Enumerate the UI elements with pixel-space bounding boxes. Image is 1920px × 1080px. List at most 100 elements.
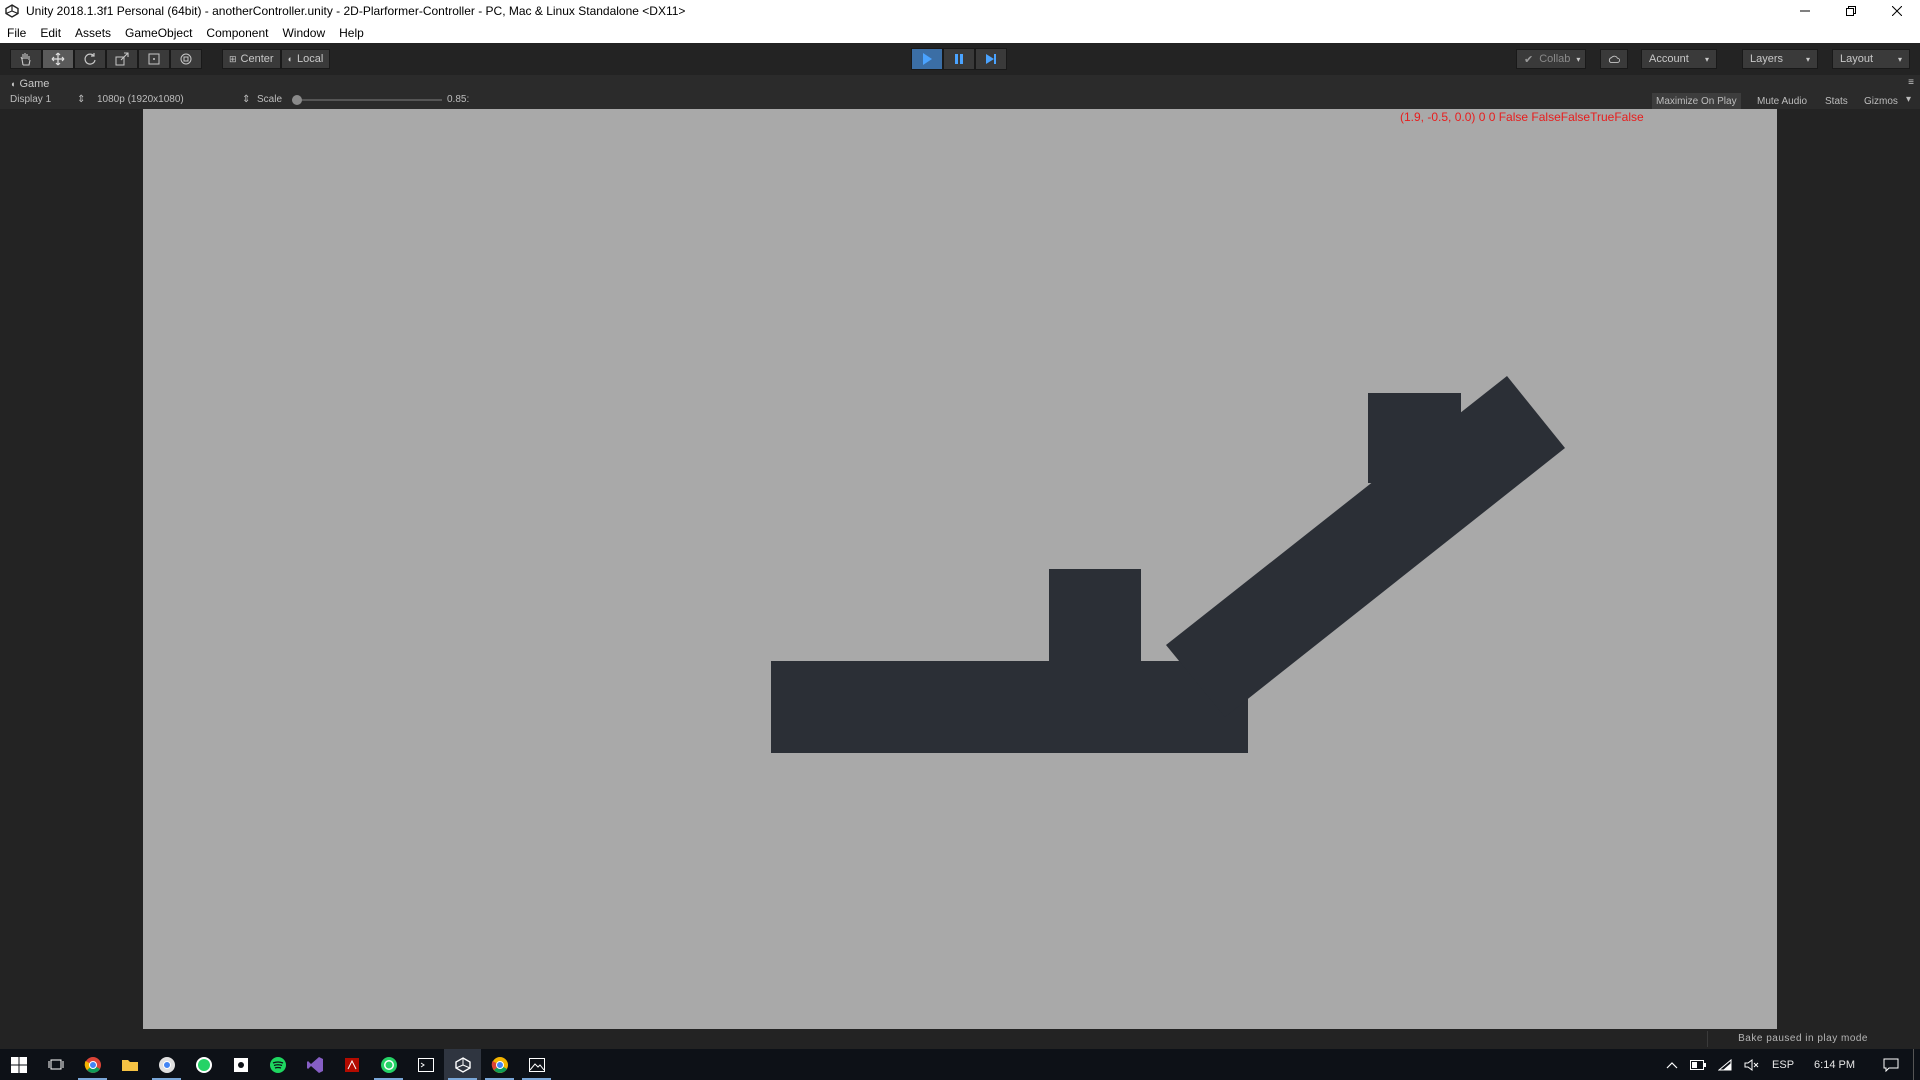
start-button[interactable] — [0, 1049, 37, 1080]
wifi-icon[interactable] — [1712, 1049, 1738, 1080]
taskbar-spotify[interactable] — [259, 1049, 296, 1080]
status-divider — [1707, 1031, 1708, 1047]
app-icon — [233, 1057, 248, 1072]
scale-tool-button[interactable] — [106, 49, 138, 69]
taskbar-acrobat[interactable] — [333, 1049, 370, 1080]
rect-tool-button[interactable] — [138, 49, 170, 69]
rotate-tool-button[interactable] — [74, 49, 106, 69]
menu-assets[interactable]: Assets — [68, 26, 118, 40]
layout-button[interactable]: Layout ▾ — [1832, 49, 1910, 69]
game-view-toolbar: Display 1 ⇕ 1080p (1920x1080) ⇕ Scale 0.… — [0, 93, 1920, 109]
taskbar-file-explorer[interactable] — [111, 1049, 148, 1080]
chevron-down-icon: ▾ — [1906, 94, 1912, 105]
pivot-tools: ⊞ Center ◐ Local — [222, 49, 331, 69]
acrobat-icon — [344, 1057, 359, 1072]
scale-slider-thumb[interactable] — [292, 95, 302, 105]
chevron-updown-icon: ⇕ — [77, 94, 86, 105]
system-tray: ESP 6:14 PM — [1660, 1049, 1920, 1080]
cloud-button[interactable] — [1600, 49, 1628, 69]
taskbar-whatsapp[interactable] — [185, 1049, 222, 1080]
taskbar-chrome-canary[interactable] — [481, 1049, 518, 1080]
minimize-button[interactable] — [1782, 0, 1828, 22]
pause-button[interactable] — [943, 48, 975, 70]
mute-audio-toggle[interactable]: Mute Audio — [1753, 93, 1811, 109]
chrome-icon — [84, 1056, 101, 1073]
pause-icon — [955, 54, 963, 64]
maximize-on-play-toggle[interactable]: Maximize On Play — [1652, 93, 1741, 109]
game-area: (1.9, -0.5, 0.0) 0 0 False FalseFalseTru… — [0, 109, 1920, 1029]
account-label: Account — [1649, 53, 1689, 65]
move-tool-button[interactable] — [42, 49, 74, 69]
whatsapp-icon — [195, 1056, 212, 1073]
taskbar-chrome[interactable] — [74, 1049, 111, 1080]
scale-value: 0.85: — [447, 94, 470, 105]
taskbar-app[interactable] — [222, 1049, 259, 1080]
scale-slider[interactable] — [292, 95, 442, 105]
taskbar-visual-studio[interactable] — [296, 1049, 333, 1080]
stats-toggle[interactable]: Stats — [1821, 93, 1852, 109]
move-icon — [51, 52, 65, 66]
play-button[interactable] — [911, 48, 943, 70]
restore-icon — [1846, 6, 1856, 16]
chevron-updown-icon: ⇕ — [242, 94, 251, 105]
gizmos-toggle[interactable]: Gizmos — [1860, 93, 1902, 109]
game-controller-icon: ◖ — [10, 79, 16, 89]
collab-button[interactable]: ✔ Collab ▾ — [1516, 49, 1586, 69]
account-button[interactable]: Account ▾ — [1641, 49, 1717, 69]
terminal-icon — [417, 1057, 434, 1072]
taskbar-unity[interactable] — [444, 1049, 481, 1080]
photos-icon — [528, 1057, 545, 1072]
title-bar: Unity 2018.1.3f1 Personal (64bit) - anot… — [0, 0, 1920, 22]
close-button[interactable] — [1874, 0, 1920, 22]
step-button[interactable] — [975, 48, 1007, 70]
chrome-canary-icon — [491, 1056, 508, 1073]
notification-center-icon[interactable] — [1869, 1049, 1913, 1080]
pivot-local-button[interactable]: ◐ Local — [280, 49, 331, 69]
volume-muted-icon[interactable] — [1738, 1049, 1766, 1080]
pivot-center-button[interactable]: ⊞ Center — [222, 49, 281, 69]
restore-button[interactable] — [1828, 0, 1874, 22]
taskbar-photos[interactable] — [518, 1049, 555, 1080]
pivot-local-label: Local — [297, 53, 324, 65]
task-view-button[interactable] — [37, 1049, 74, 1080]
debug-readout: (1.9, -0.5, 0.0) 0 0 False FalseFalseTru… — [1400, 110, 1644, 124]
language-indicator[interactable]: ESP — [1766, 1049, 1800, 1080]
chevron-up-icon[interactable] — [1660, 1049, 1684, 1080]
check-icon: ✔ — [1524, 53, 1534, 66]
unity-logo-icon — [4, 3, 20, 19]
resolution-select[interactable]: 1080p (1920x1080) — [97, 94, 184, 105]
menu-edit[interactable]: Edit — [33, 26, 68, 40]
game-viewport[interactable]: (1.9, -0.5, 0.0) 0 0 False FalseFalseTru… — [143, 109, 1777, 1029]
chevron-down-icon: ▾ — [1805, 54, 1810, 64]
step-icon — [986, 54, 996, 64]
play-icon — [923, 53, 932, 65]
taskbar-whatsapp-alt[interactable] — [370, 1049, 407, 1080]
clock[interactable]: 6:14 PM — [1800, 1049, 1869, 1080]
tab-game[interactable]: ◖ Game — [0, 78, 49, 90]
ramp-platform — [1166, 376, 1565, 717]
display-select[interactable]: Display 1 — [10, 94, 51, 105]
rect-icon — [148, 53, 160, 65]
hand-tool-button[interactable] — [10, 49, 42, 69]
scale-icon — [115, 52, 129, 66]
taskbar-chrome-alt[interactable] — [148, 1049, 185, 1080]
show-desktop-button[interactable] — [1913, 1049, 1920, 1080]
menu-help[interactable]: Help — [332, 26, 371, 40]
menu-gameobject[interactable]: GameObject — [118, 26, 199, 40]
task-view-icon — [48, 1059, 63, 1069]
close-icon — [1892, 6, 1902, 16]
menu-file[interactable]: File — [0, 26, 33, 40]
panel-menu-icon[interactable]: ≡ — [1908, 77, 1914, 88]
menu-bar: File Edit Assets GameObject Component Wi… — [0, 22, 1920, 43]
rotate-icon — [84, 53, 96, 65]
player-box — [1049, 569, 1141, 664]
menu-component[interactable]: Component — [199, 26, 275, 40]
taskbar-terminal[interactable] — [407, 1049, 444, 1080]
chrome-alt-icon — [158, 1056, 175, 1073]
spotify-icon — [269, 1056, 286, 1073]
transform-tool-button[interactable] — [170, 49, 202, 69]
battery-icon[interactable] — [1684, 1049, 1712, 1080]
play-controls — [911, 48, 1007, 70]
layers-button[interactable]: Layers ▾ — [1742, 49, 1818, 69]
menu-window[interactable]: Window — [275, 26, 332, 40]
